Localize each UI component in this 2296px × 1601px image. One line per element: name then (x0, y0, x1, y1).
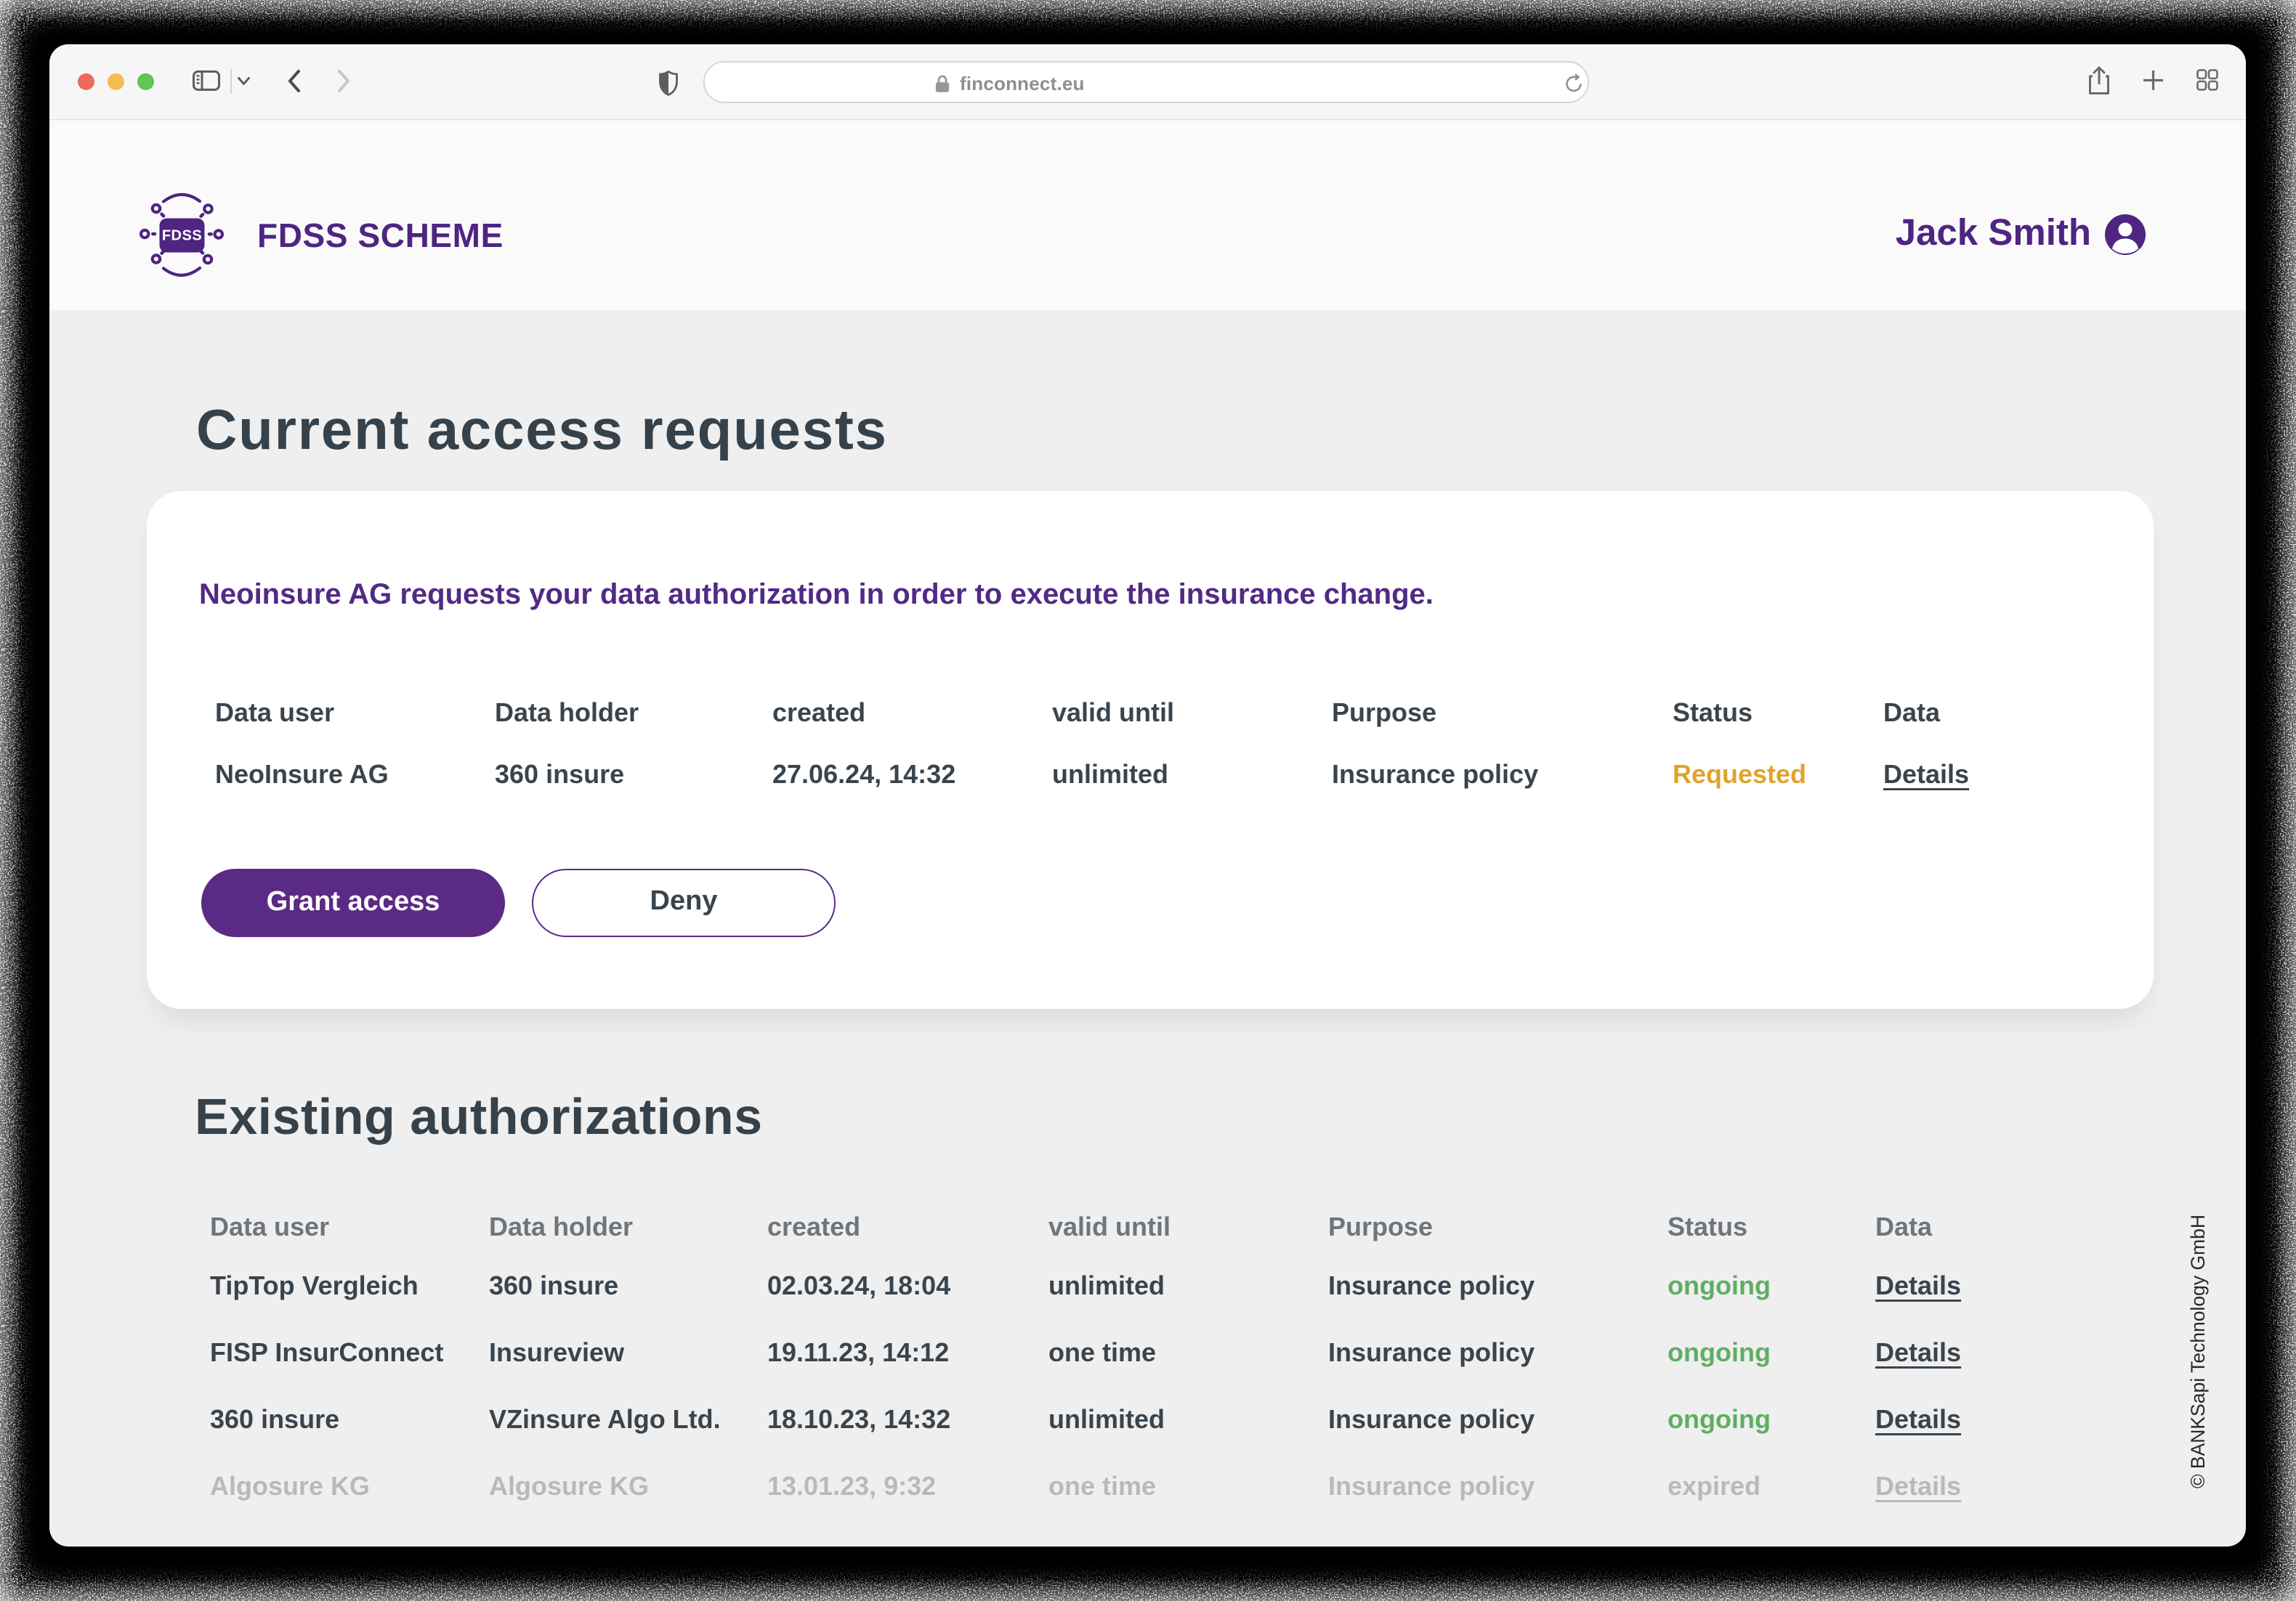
svg-text:FDSS: FDSS (162, 228, 202, 244)
